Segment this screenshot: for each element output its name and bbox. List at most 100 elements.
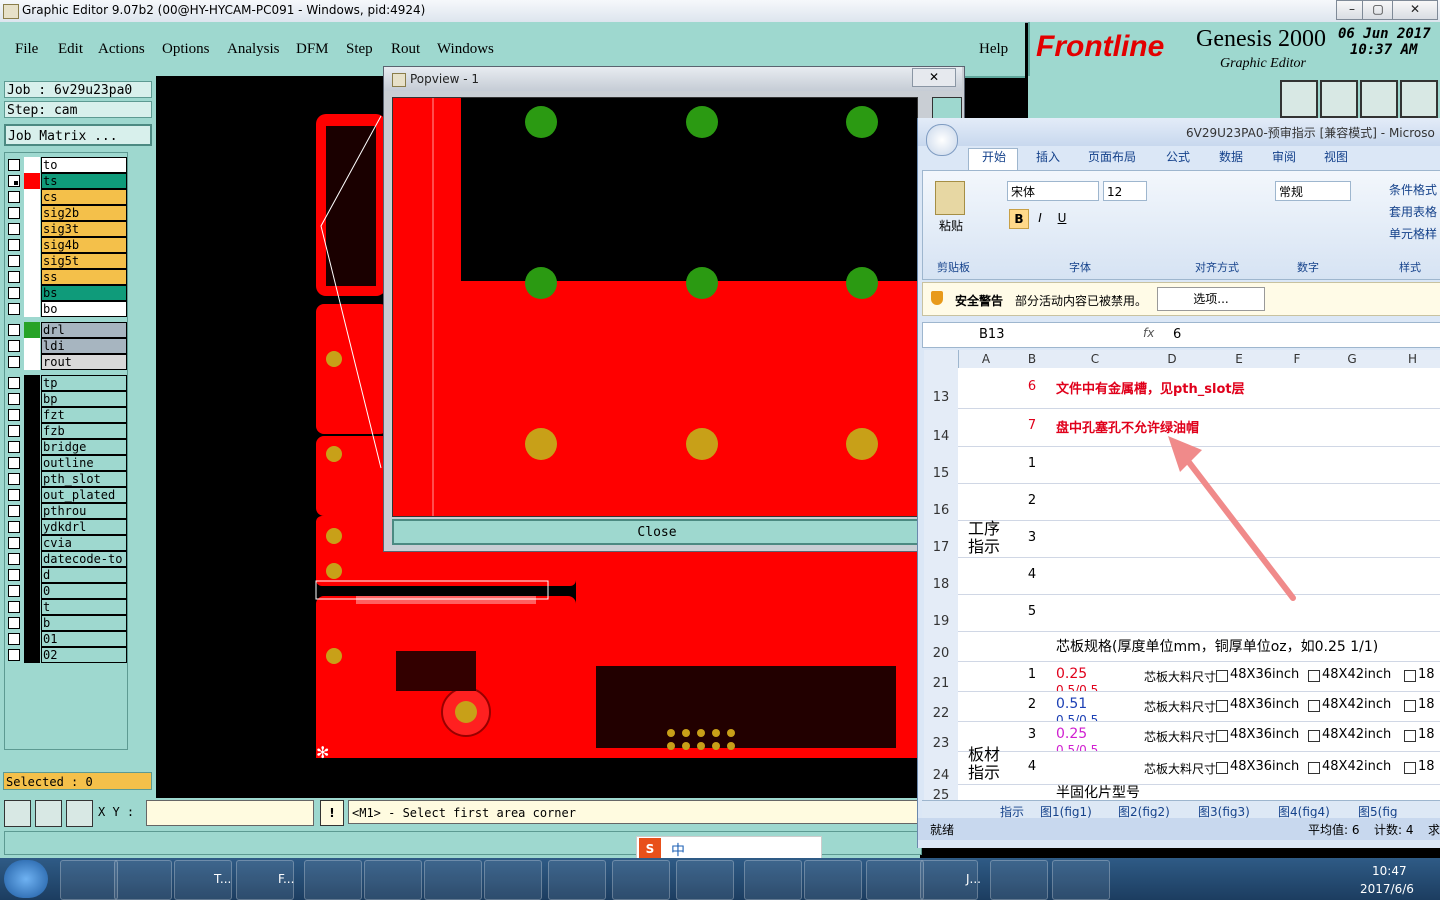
taskbar-app-button[interactable] [304, 860, 362, 900]
cell-c[interactable]: 半固化片型号 [1056, 782, 1140, 802]
tab-home[interactable]: 开始 [982, 148, 1006, 165]
taskbar-app-button[interactable] [866, 860, 924, 900]
menu-windows[interactable]: Windows [437, 41, 494, 58]
layer-checkbox[interactable] [8, 585, 20, 597]
taskbar-app-button[interactable] [114, 860, 172, 900]
layer-name[interactable]: d [41, 567, 127, 583]
layer-color-swatch[interactable] [24, 253, 40, 269]
cell-b[interactable]: 4 [1014, 759, 1050, 774]
layer-checkbox[interactable] [8, 409, 20, 421]
select-tool-icon[interactable] [4, 800, 31, 827]
layer-row-ts[interactable]: ts [6, 173, 127, 189]
merged-process-label[interactable]: 工序指示 [968, 520, 1004, 556]
layer-name[interactable]: cs [41, 189, 127, 205]
cell-styles-button[interactable]: 单元格样 [1389, 225, 1437, 242]
paste-label[interactable]: 粘贴 [939, 217, 963, 234]
menu-edit[interactable]: Edit [58, 41, 83, 58]
layer-color-swatch[interactable] [24, 599, 40, 615]
layer-checkbox[interactable] [8, 473, 20, 485]
size-checkbox[interactable] [1308, 730, 1320, 742]
layer-color-swatch[interactable] [24, 647, 40, 663]
popview-canvas[interactable] [392, 97, 918, 517]
layer-row-b[interactable]: b [6, 615, 127, 631]
taskbar-app-button[interactable] [804, 860, 862, 900]
tab-insert[interactable]: 插入 [1036, 148, 1060, 165]
row-header[interactable]: 25 [924, 784, 958, 803]
menu-rout[interactable]: Rout [391, 41, 420, 58]
layer-color-swatch[interactable] [24, 285, 40, 301]
row-header[interactable]: 20 [924, 631, 958, 662]
layer-name[interactable]: ydkdrl [41, 519, 127, 535]
taskbar-app-button[interactable] [424, 860, 482, 900]
font-size-box[interactable]: 12 [1103, 181, 1147, 201]
layer-name[interactable]: out_plated [41, 487, 127, 503]
layer-name[interactable]: bp [41, 391, 127, 407]
layer-color-swatch[interactable] [24, 354, 40, 370]
xy-input[interactable] [146, 800, 314, 826]
layer-name[interactable]: datecode-to [41, 551, 127, 567]
office-button[interactable] [926, 124, 958, 156]
row-header[interactable]: 22 [924, 691, 958, 722]
layer-row-fzt[interactable]: fzt [6, 407, 127, 423]
copper-weight-value[interactable]: 0.5/0.5 [1056, 713, 1098, 721]
copper-weight-value[interactable]: 0.5/0.5 [1056, 683, 1098, 691]
layer-row-rout[interactable]: rout [6, 354, 127, 370]
layer-row-drl[interactable]: drl [6, 322, 127, 338]
size-checkbox[interactable] [1404, 730, 1416, 742]
size-checkbox[interactable] [1308, 761, 1320, 774]
layer-checkbox[interactable] [8, 271, 20, 283]
size-checkbox[interactable] [1308, 670, 1320, 682]
col-e[interactable]: E [1204, 350, 1275, 368]
layer-color-swatch[interactable] [24, 439, 40, 455]
layer-row-bridge[interactable]: bridge [6, 439, 127, 455]
grid-tool-icon[interactable] [66, 800, 93, 827]
layer-name[interactable]: to [41, 157, 127, 173]
tab-data[interactable]: 数据 [1219, 148, 1243, 165]
taskbar-item-label[interactable]: F... [278, 872, 294, 886]
layer-name[interactable]: bs [41, 285, 127, 301]
select-all-corner[interactable] [924, 350, 959, 368]
layer-checkbox[interactable] [8, 377, 20, 389]
number-format-box[interactable]: 常规 [1275, 181, 1351, 201]
layer-row-out_plated[interactable]: out_plated [6, 487, 127, 503]
layer-row-cvia[interactable]: cvia [6, 535, 127, 551]
layer-checkbox[interactable] [8, 649, 20, 661]
row-header[interactable]: 19 [924, 594, 958, 632]
layer-color-swatch[interactable] [24, 189, 40, 205]
layer-color-swatch[interactable] [24, 551, 40, 567]
layer-color-swatch[interactable] [24, 615, 40, 631]
col-f[interactable]: F [1274, 350, 1321, 368]
formula-input[interactable]: 6 [1173, 327, 1181, 342]
layer-row-d[interactable]: d [6, 567, 127, 583]
layer-color-swatch[interactable] [24, 205, 40, 221]
layer-checkbox[interactable] [8, 239, 20, 251]
export-icon[interactable] [1280, 80, 1318, 118]
layer-row-tp[interactable]: tp [6, 375, 127, 391]
taskbar-app-button[interactable] [990, 860, 1048, 900]
cell-c[interactable]: 0.25 [1056, 726, 1087, 742]
col-a[interactable]: A [958, 350, 1015, 368]
layer-row-sig5t[interactable]: sig5t [6, 253, 127, 269]
layer-checkbox[interactable] [8, 356, 20, 368]
size-checkbox[interactable] [1216, 761, 1228, 774]
row-header[interactable]: 16 [924, 483, 958, 521]
layer-checkbox[interactable] [8, 569, 20, 581]
popview-close-button[interactable]: Close [392, 519, 922, 545]
layer-checkbox[interactable] [8, 207, 20, 219]
layer-name[interactable]: sig5t [41, 253, 127, 269]
layer-checkbox[interactable] [8, 393, 20, 405]
layer-name[interactable]: ss [41, 269, 127, 285]
col-d[interactable]: D [1140, 350, 1205, 368]
size-checkbox[interactable] [1216, 730, 1228, 742]
start-button[interactable] [4, 860, 48, 898]
cell-c[interactable]: 芯板规格(厚度单位mm，铜厚单位oz，如0.25 1/1) [1056, 636, 1378, 656]
layer-color-swatch[interactable] [24, 173, 40, 189]
alignment-group-icons[interactable] [1163, 179, 1263, 243]
layer-row-sig2b[interactable]: sig2b [6, 205, 127, 221]
layer-checkbox[interactable] [8, 324, 20, 336]
cell-b[interactable]: 5 [1014, 604, 1050, 619]
cell-c[interactable]: 0.25 [1056, 666, 1087, 682]
layer-row-sig4b[interactable]: sig4b [6, 237, 127, 253]
size-checkbox[interactable] [1404, 761, 1416, 774]
sogou-icon[interactable]: S [639, 838, 661, 860]
